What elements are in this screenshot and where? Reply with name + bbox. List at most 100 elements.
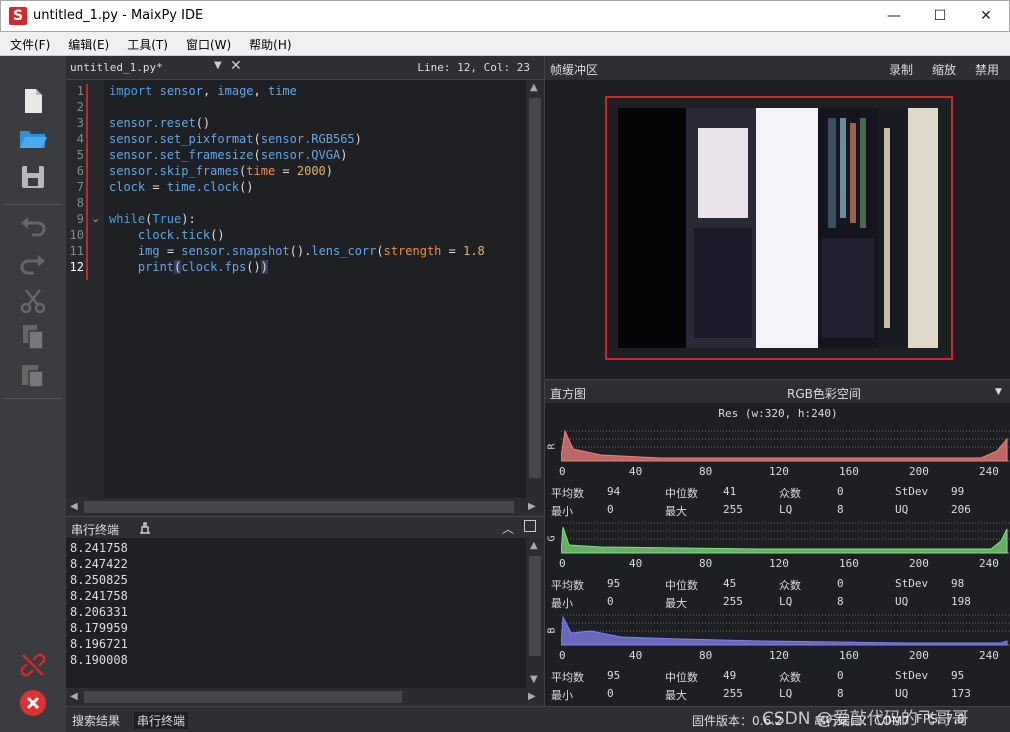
terminal-horizontal-scrollbar[interactable]: ◀ ▶ xyxy=(66,688,544,706)
mean-label: 平均数 xyxy=(551,671,584,684)
status-bar: 搜索结果 串行终端 固件版本：0.6.2 串行端口：COM7 FPS: 7.8 … xyxy=(66,706,1010,732)
close-button[interactable]: ✕ xyxy=(963,1,1009,31)
tab-serial-terminal[interactable]: 串行终端 xyxy=(134,712,189,729)
editor-vertical-scrollbar[interactable]: ▲ xyxy=(526,80,544,498)
uq-label: UQ xyxy=(895,595,909,608)
line-number: 11 xyxy=(69,244,84,258)
scroll-left-icon[interactable]: ◀ xyxy=(70,501,78,512)
stdev-label: StDev xyxy=(895,669,929,682)
code-line: sensor.set_pixformat(sensor.RGB565) xyxy=(109,132,362,146)
max-value: 255 xyxy=(723,595,743,608)
max-label: 最大 xyxy=(665,505,687,518)
record-button[interactable]: 录制 xyxy=(889,61,913,78)
scroll-up-icon[interactable]: ▲ xyxy=(530,540,538,551)
code-line: sensor.set_framesize(sensor.QVGA) xyxy=(109,148,348,162)
save-icon[interactable] xyxy=(18,162,48,192)
code-line: clock.tick() xyxy=(137,228,225,242)
channel-label: B xyxy=(546,627,558,634)
median-value: 49 xyxy=(723,669,737,682)
terminal-vertical-scrollbar[interactable]: ▲ ▼ xyxy=(526,538,544,688)
tab-search-results[interactable]: 搜索结果 xyxy=(72,712,120,729)
disable-button[interactable]: 禁用 xyxy=(975,61,999,78)
camera-preview-image xyxy=(618,108,938,348)
scroll-left-icon[interactable]: ◀ xyxy=(70,691,78,702)
serial-terminal-output[interactable]: 8.241758 8.247422 8.250825 8.241758 8.20… xyxy=(66,538,526,688)
scrollbar-thumb[interactable] xyxy=(84,691,402,703)
histogram-header: 直方图 RGB色彩空间 ▼ xyxy=(544,379,1010,403)
minimize-button[interactable]: — xyxy=(871,1,917,31)
serial-line: 8.250825 xyxy=(70,573,128,587)
code-editor[interactable]: import sensor, image, time sensor.reset(… xyxy=(104,80,526,498)
mean-value: 95 xyxy=(607,669,621,682)
x-tick-label: 200 xyxy=(909,465,929,478)
toolbar-divider xyxy=(4,204,62,205)
zoom-button[interactable]: 缩放 xyxy=(932,61,956,78)
menu-window[interactable]: 窗口(W) xyxy=(176,32,239,53)
new-file-icon[interactable] xyxy=(18,86,48,116)
min-label: 最小 xyxy=(551,505,573,518)
scroll-right-icon[interactable]: ▶ xyxy=(528,501,536,512)
serial-line: 8.190008 xyxy=(70,653,128,667)
line-number-current: 12 xyxy=(69,260,84,274)
close-file-button[interactable]: ✕ xyxy=(230,58,242,74)
editor-horizontal-scrollbar[interactable]: ◀ ▶ xyxy=(66,498,544,516)
min-label: 最小 xyxy=(551,689,573,702)
line-number: 4 xyxy=(76,132,84,146)
line-number: 9 xyxy=(76,212,84,226)
code-line: clock = time.clock() xyxy=(109,180,254,194)
colorspace-dropdown-icon[interactable]: ▼ xyxy=(995,387,1002,397)
menu-edit[interactable]: 编辑(E) xyxy=(58,32,117,53)
menu-help[interactable]: 帮助(H) xyxy=(239,32,299,53)
editor-filename[interactable]: untitled_1.py* xyxy=(70,61,163,74)
line-number: 7 xyxy=(76,180,84,194)
redo-icon[interactable] xyxy=(18,249,48,279)
stop-icon[interactable] xyxy=(18,688,48,718)
toolbar-divider xyxy=(4,398,62,399)
x-tick-label: 160 xyxy=(839,649,859,662)
x-tick-label: 0 xyxy=(559,557,566,570)
scrollbar-thumb[interactable] xyxy=(529,98,541,478)
serial-line: 8.206331 xyxy=(70,605,128,619)
maximize-panel-icon[interactable] xyxy=(524,520,536,532)
fold-marker-icon[interactable]: ⌄ xyxy=(91,212,100,225)
serial-terminal-title: 串行终端 xyxy=(71,523,120,537)
mode-value: 0 xyxy=(837,485,844,498)
x-tick-label: 200 xyxy=(909,557,929,570)
max-value: 255 xyxy=(723,503,743,516)
uq-value: 198 xyxy=(951,595,971,608)
channel-histogram-plot xyxy=(561,429,1009,462)
x-tick-label: 120 xyxy=(769,557,789,570)
undo-icon[interactable] xyxy=(18,211,48,241)
stdev-label: StDev xyxy=(895,577,929,590)
collapse-up-icon[interactable]: ︿ xyxy=(502,520,514,537)
file-dropdown-icon[interactable]: ▼ xyxy=(214,60,222,71)
disconnect-icon[interactable] xyxy=(18,650,48,680)
x-tick-label: 240 xyxy=(979,649,999,662)
maximize-button[interactable]: ☐ xyxy=(917,1,963,31)
cut-icon[interactable] xyxy=(18,286,48,316)
stdev-value: 98 xyxy=(951,577,965,590)
mean-value: 94 xyxy=(607,485,621,498)
colorspace-select[interactable]: RGB色彩空间 xyxy=(787,385,861,402)
scroll-right-icon[interactable]: ▶ xyxy=(528,691,536,702)
editor-tab-bar: untitled_1.py* ▼ ✕ Line: 12, Col: 23 xyxy=(66,56,544,80)
x-tick-label: 120 xyxy=(769,465,789,478)
scrollbar-thumb[interactable] xyxy=(529,556,541,656)
line-number: 5 xyxy=(76,148,84,162)
scroll-down-icon[interactable]: ▼ xyxy=(530,674,538,685)
lq-label: LQ xyxy=(779,503,793,516)
scrollbar-thumb[interactable] xyxy=(84,501,514,513)
stdev-value: 99 xyxy=(951,485,965,498)
scroll-up-icon[interactable]: ▲ xyxy=(530,82,538,93)
paste-icon[interactable] xyxy=(18,360,48,390)
menu-tools[interactable]: 工具(T) xyxy=(117,32,176,53)
open-folder-icon[interactable] xyxy=(18,123,48,153)
x-tick-label: 80 xyxy=(699,649,713,662)
copy-icon[interactable] xyxy=(18,322,48,352)
median-label: 中位数 xyxy=(665,671,698,684)
clear-terminal-icon[interactable] xyxy=(138,521,152,535)
menu-file[interactable]: 文件(F) xyxy=(0,32,58,53)
modified-lines-marker xyxy=(86,84,88,280)
line-number: 2 xyxy=(76,100,84,114)
serial-terminal-header: 串行终端 ︿ xyxy=(66,516,544,538)
